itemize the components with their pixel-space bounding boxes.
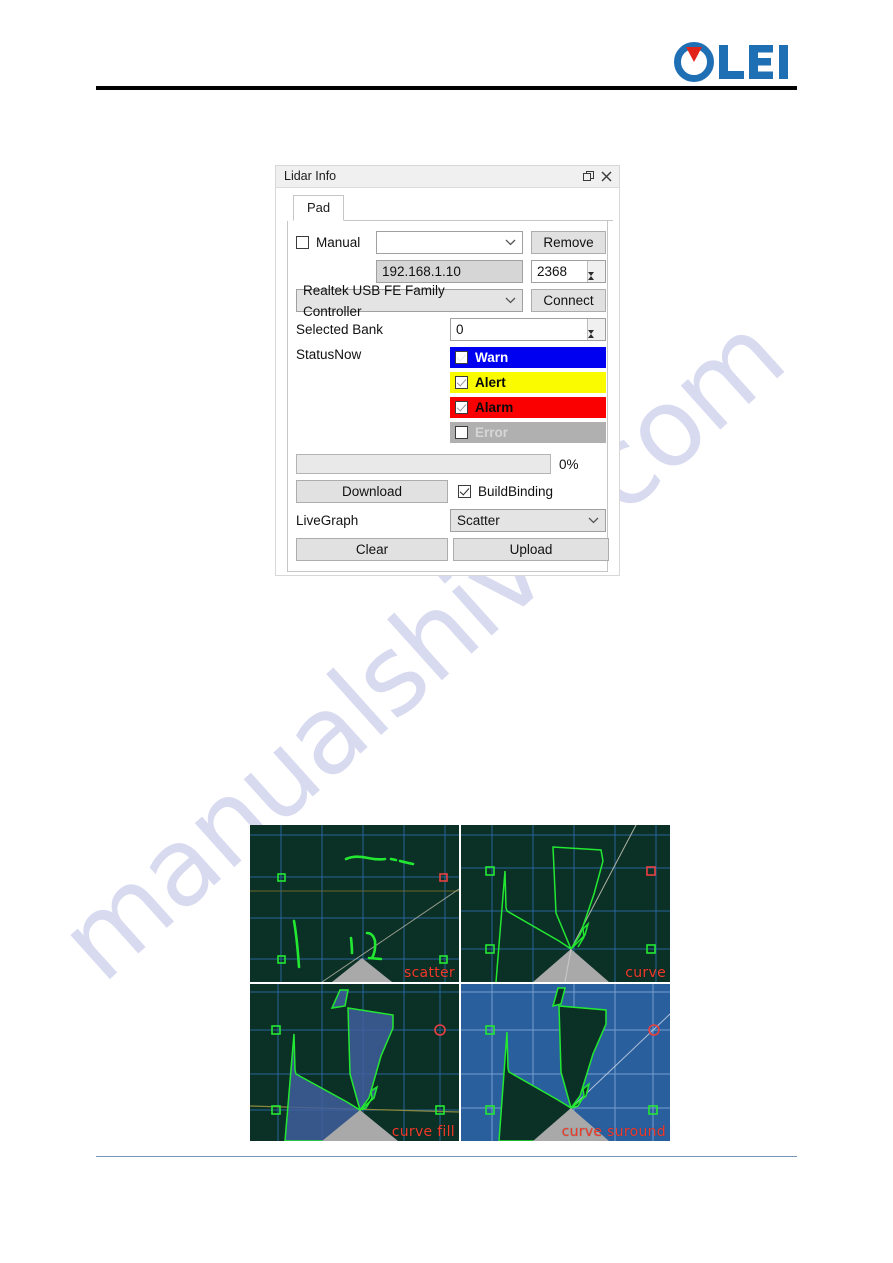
status-alert-checkbox[interactable] <box>455 376 468 389</box>
dialog-body: Pad Manual Remove 192.168.1.10 2368 Real… <box>276 188 619 575</box>
dialog-title: Lidar Info <box>284 169 337 183</box>
adapter-row: Realtek USB FE Family Controller Connect <box>296 283 606 319</box>
selected-bank-spinner[interactable]: 0 <box>450 318 606 349</box>
status-alarm-checkbox[interactable] <box>455 401 468 414</box>
tab-panel-pad: Manual Remove 192.168.1.10 2368 Realtek … <box>287 221 609 572</box>
network-adapter-combo[interactable]: Realtek USB FE Family Controller <box>296 283 523 319</box>
clear-button[interactable]: Clear <box>296 538 448 561</box>
selected-bank-row: Selected Bank 0 <box>296 318 606 349</box>
buildbinding-label: BuildBinding <box>478 484 554 499</box>
buildbinding-checkbox[interactable] <box>458 485 471 498</box>
upload-button[interactable]: Upload <box>453 538 609 561</box>
curve-view[interactable]: curve <box>461 825 670 982</box>
curve-fill-view[interactable]: curve fill <box>250 984 459 1141</box>
chevron-down-icon <box>585 517 601 524</box>
bottom-buttons-row: Clear Upload <box>296 538 609 561</box>
network-adapter-value: Realtek USB FE Family Controller <box>303 282 445 319</box>
close-icon[interactable] <box>597 168 615 186</box>
status-item-alert[interactable]: Alert <box>450 372 606 393</box>
progress-bar <box>296 454 551 474</box>
float-icon[interactable] <box>579 168 597 186</box>
manual-checkbox[interactable] <box>296 236 309 249</box>
selected-bank-spinner-buttons[interactable] <box>587 319 605 349</box>
status-item-warn[interactable]: Warn <box>450 347 606 368</box>
curve-suround-view-caption: curve suround <box>561 1124 666 1140</box>
progress-row: 0% <box>296 454 599 474</box>
olei-logo <box>673 40 797 82</box>
dialog-titlebar: Lidar Info <box>276 166 619 188</box>
livegraph-combo[interactable]: Scatter <box>450 509 606 532</box>
livegraph-preview-grid: scatter curve curve fill curve suround <box>250 825 670 1141</box>
footer-divider <box>96 1156 797 1157</box>
header-divider <box>96 86 797 90</box>
progress-percent-label: 0% <box>559 456 579 472</box>
selected-bank-value: 0 <box>456 322 464 337</box>
status-now-row: StatusNow Warn Alert Alarm Error <box>296 347 606 447</box>
download-row: Download BuildBinding <box>296 480 599 503</box>
scatter-view-caption: scatter <box>403 965 455 981</box>
status-error-checkbox[interactable] <box>455 426 468 439</box>
connect-button[interactable]: Connect <box>531 289 606 312</box>
device-combo[interactable] <box>376 231 523 254</box>
scatter-view[interactable]: scatter <box>250 825 459 982</box>
status-item-error[interactable]: Error <box>450 422 606 443</box>
livegraph-label: LiveGraph <box>296 513 359 528</box>
curve-fill-view-caption: curve fill <box>391 1124 455 1140</box>
download-button[interactable]: Download <box>296 480 448 503</box>
port-value: 2368 <box>537 264 568 279</box>
status-now-label: StatusNow <box>296 347 362 362</box>
status-alert-label: Alert <box>475 375 506 390</box>
buildbinding-checkbox-group[interactable]: BuildBinding <box>458 484 553 499</box>
curve-view-caption: curve <box>625 965 666 981</box>
status-error-label: Error <box>475 425 509 440</box>
port-spinner-buttons[interactable] <box>587 261 605 291</box>
status-alarm-label: Alarm <box>475 400 514 415</box>
status-now-list: Warn Alert Alarm Error <box>450 347 606 447</box>
lidar-info-dialog: Lidar Info Pad Manual Remove 192.168.1.1… <box>276 166 619 575</box>
chevron-down-icon <box>502 297 518 304</box>
port-spinner[interactable]: 2368 <box>531 260 606 291</box>
status-warn-checkbox[interactable] <box>455 351 468 364</box>
curve-suround-view[interactable]: curve suround <box>461 984 670 1141</box>
selected-bank-label: Selected Bank <box>296 322 384 337</box>
page-header <box>0 0 893 100</box>
manual-row: Manual Remove <box>296 231 606 254</box>
tab-strip: Pad <box>293 195 613 221</box>
status-warn-label: Warn <box>475 350 509 365</box>
livegraph-combo-value: Scatter <box>457 513 500 528</box>
chevron-down-icon <box>502 239 518 246</box>
status-item-alarm[interactable]: Alarm <box>450 397 606 418</box>
manual-label: Manual <box>316 235 361 250</box>
tab-pad[interactable]: Pad <box>293 195 345 221</box>
livegraph-row: LiveGraph Scatter <box>296 509 606 532</box>
manual-checkbox-group[interactable]: Manual <box>296 235 376 250</box>
remove-button[interactable]: Remove <box>531 231 606 254</box>
